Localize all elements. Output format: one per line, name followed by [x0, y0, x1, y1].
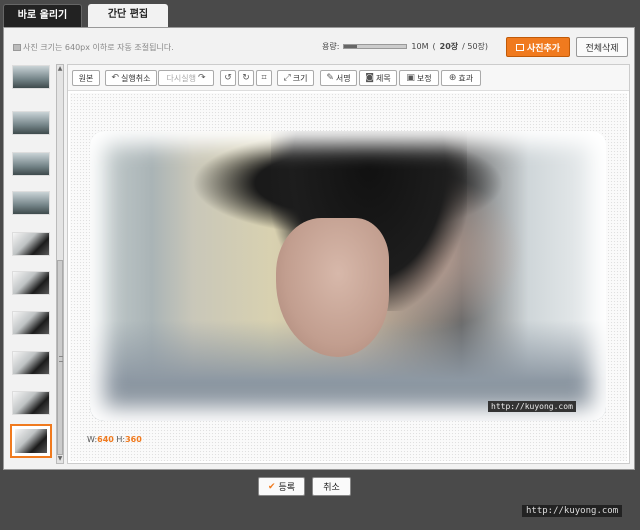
thumbnail-item[interactable] [12, 65, 50, 89]
rotate-right-icon: ↻ [242, 73, 250, 83]
magnifier-icon: ⊕ [448, 73, 457, 83]
pen-icon: ✎ [326, 73, 334, 83]
photo[interactable] [90, 131, 606, 421]
add-photo-label: 사진추가 [526, 43, 561, 54]
capacity-count: 20장 [439, 42, 459, 51]
cancel-button[interactable]: 취소 [312, 477, 351, 496]
redo-button[interactable]: 다시실행 ↷ [158, 70, 214, 86]
effect-label: 효과 [458, 73, 474, 83]
tab-edit[interactable]: 간단 편집 [88, 4, 168, 27]
editor-toolbar: 원본 ↶ 실행취소 다시실행 ↷ ↺ ↻ ⌗ ⤢ 크기 ✎ 서명 ◙ 제목 ▣ 보정 ⊕ 효과 [68, 65, 629, 91]
thumbnail-item[interactable] [12, 271, 50, 295]
rotate-left-icon: ↺ [224, 73, 232, 83]
check-icon: ✔ [267, 481, 276, 492]
capacity-label: 용량: [322, 42, 340, 51]
thumbnail-column [10, 64, 52, 464]
thumbnail-item[interactable] [12, 232, 50, 256]
thumbnail-item[interactable] [12, 351, 50, 375]
caption-label: 제목 [376, 73, 391, 83]
register-label: 등록 [278, 483, 296, 493]
tab-upload[interactable]: 바로 올리기 [3, 4, 82, 27]
resize-button[interactable]: ⤢ 크기 [277, 70, 314, 86]
delete-all-button[interactable]: 전체삭제 [576, 37, 628, 57]
effect-button[interactable]: ⊕ 효과 [441, 70, 481, 86]
resize-label: 크기 [292, 73, 308, 83]
scroll-up-icon[interactable]: ▲ [57, 65, 63, 73]
crop-button[interactable]: ⌗ [256, 70, 272, 86]
resize-notice: 사진 크기는 640px 이하로 자동 조절됩니다. [13, 42, 174, 53]
rotate-left-button[interactable]: ↺ [220, 70, 236, 86]
signature-label: 서명 [335, 73, 351, 83]
notice-text: 사진 크기는 640px 이하로 자동 조절됩니다. [23, 43, 174, 52]
photo-watermark: http://kuyong.com [488, 401, 576, 412]
height-value: 360 [125, 435, 142, 444]
scrollbar-thumb[interactable] [57, 260, 63, 455]
capacity-fill [344, 45, 357, 48]
caption-icon: ◙ [365, 73, 374, 83]
scroll-down-icon[interactable]: ▼ [57, 455, 63, 463]
image-icon [13, 44, 21, 51]
rotate-right-button[interactable]: ↻ [238, 70, 254, 86]
image-editor: 원본 ↶ 실행취소 다시실행 ↷ ↺ ↻ ⌗ ⤢ 크기 ✎ 서명 ◙ 제목 ▣ 보정 ⊕ 효과… [67, 64, 630, 464]
thumbnail-scrollbar[interactable]: ▲ ▼ [56, 64, 64, 464]
thumbnail-list: ▲ ▼ [10, 64, 64, 464]
thumbnail-item[interactable] [12, 152, 50, 176]
register-button[interactable]: ✔ 등록 [258, 477, 305, 496]
add-photo-button[interactable]: 사진추가 [506, 37, 570, 57]
crop-icon: ⌗ [261, 73, 267, 83]
capacity-indicator: 용량: 10M(20장 / 50장) [322, 41, 488, 52]
photo-vignette [90, 131, 606, 421]
undo-button[interactable]: ↶ 실행취소 [105, 70, 157, 86]
resize-icon: ⤢ [283, 73, 291, 83]
tab-bar: 바로 올리기 간단 편집 [0, 0, 640, 27]
monitor-icon: ▣ [406, 73, 415, 83]
undo-label: 실행취소 [121, 73, 151, 83]
original-button[interactable]: 원본 [72, 70, 100, 86]
thumbnail-item[interactable] [12, 391, 50, 415]
redo-label: 다시실행 [166, 73, 196, 83]
capacity-bar [343, 44, 408, 49]
caption-button[interactable]: ◙ 제목 [359, 70, 397, 86]
thumbnail-item[interactable] [12, 111, 50, 135]
capacity-used: 10M [411, 42, 429, 51]
monitor-icon [515, 43, 524, 51]
page-watermark: http://kuyong.com [522, 505, 623, 517]
grip-icon [59, 356, 63, 362]
correct-button[interactable]: ▣ 보정 [399, 70, 439, 86]
signature-button[interactable]: ✎ 서명 [320, 70, 357, 86]
image-dimensions: W:640 H:360 [87, 435, 142, 444]
width-label: W: [87, 435, 98, 444]
width-value: 640 [97, 435, 114, 444]
redo-icon: ↷ [197, 73, 206, 83]
thumbnail-item[interactable] [12, 311, 50, 335]
undo-icon: ↶ [111, 73, 120, 83]
image-canvas[interactable]: http://kuyong.com W:640 H:360 [70, 93, 627, 461]
editor-panel: 사진 크기는 640px 이하로 자동 조절됩니다. 용량: 10M(20장 /… [3, 27, 635, 470]
thumbnail-image [15, 429, 47, 453]
correct-label: 보정 [416, 73, 432, 83]
thumbnail-item[interactable] [12, 191, 50, 215]
capacity-total: / 50장) [462, 42, 489, 51]
capacity-open: ( [432, 42, 436, 51]
height-label: H: [116, 435, 126, 444]
thumbnail-item-selected[interactable] [10, 424, 52, 458]
